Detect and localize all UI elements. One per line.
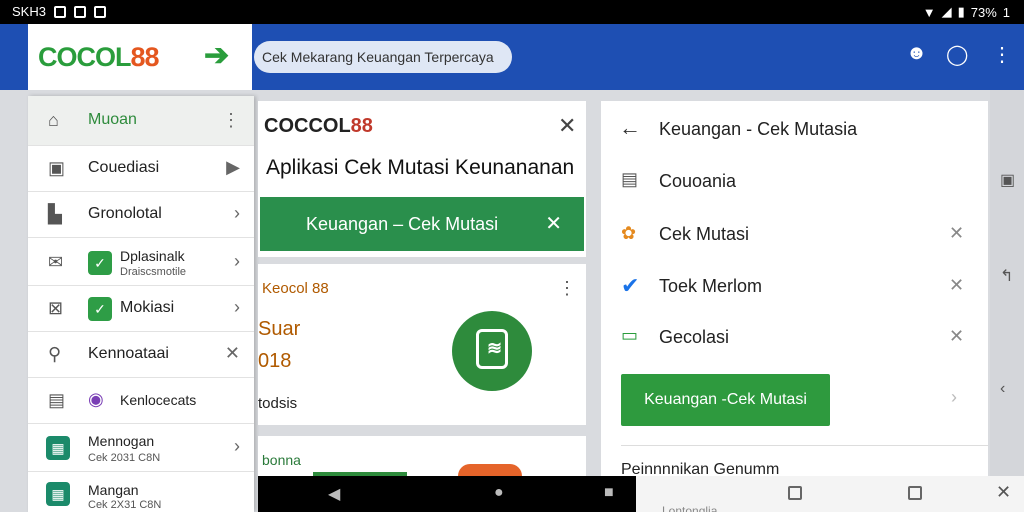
system-nav-bar: ◀ ● ■ [258, 476, 636, 512]
drawer-item[interactable]: ▙ Gronolotal › [28, 192, 254, 238]
chevron-right-icon: › [234, 297, 240, 317]
close-icon[interactable]: ✕ [949, 223, 964, 244]
drawer-item[interactable]: ⚲ Kennoataai ✕ [28, 332, 254, 378]
navigation-drawer: ⌂ Muoan ⋮ ▣ Couediasi ▶ ▙ Gronolotal › ✉… [28, 96, 254, 512]
user-group-icon[interactable]: ☻ [906, 42, 927, 65]
check-circle-icon: ✔ [621, 273, 640, 298]
home-circle-icon[interactable]: ● [494, 484, 504, 502]
drawer-item[interactable]: ▣ Couediasi ▶ [28, 146, 254, 192]
wifi-icon: ▼ [922, 4, 936, 20]
more-vert-icon[interactable]: ⋮ [222, 110, 240, 131]
cek-mutasi-button[interactable]: Keuangan -Cek Mutasi [621, 374, 830, 426]
square-icon[interactable] [788, 486, 802, 500]
close-icon[interactable]: ✕ [949, 275, 964, 296]
panel-item[interactable]: ✔ Toek Merlom ✕ [601, 271, 988, 315]
card-icon: ▭ [621, 325, 639, 345]
recents-icon[interactable]: ■ [604, 484, 614, 502]
drawer-item[interactable]: ▦ Mennogan Cek 2031 C8N › [28, 424, 254, 472]
drawer-item[interactable]: ▤ ◉ Kenlocecats [28, 378, 254, 424]
drawer-item-home[interactable]: ⌂ Muoan ⋮ [28, 96, 254, 146]
chevron-right-icon: › [234, 436, 240, 456]
battery-text: 73% [970, 4, 997, 20]
check-mail-icon: ✓ [88, 251, 112, 275]
chevron-right-icon: ▶ [226, 157, 240, 177]
secondary-nav-bar: ✕ Lontonglia [636, 476, 1024, 512]
check-mail-icon: ✓ [88, 297, 112, 321]
chat-icon[interactable]: ◯ [946, 42, 968, 67]
document-icon: ▤ [48, 390, 66, 410]
panel-item[interactable]: ✿ Cek Mutasi ✕ [601, 219, 988, 263]
card-title: Keocol 88 [262, 280, 329, 297]
cek-mutasi-banner[interactable]: Keuangan – Cek Mutasi ✕ [260, 197, 584, 251]
chevron-right-icon: › [951, 387, 957, 407]
calendar-icon: ▦ [46, 482, 70, 506]
product-card[interactable]: bonna [258, 436, 586, 476]
drawer-item[interactable]: ▦ Mangan Cek 2X31 C8N [28, 472, 254, 512]
back-arrow-icon[interactable]: ← [619, 115, 641, 141]
card-text: Suar [258, 318, 301, 340]
notification-icon [53, 5, 66, 18]
mail-icon: ⊠ [48, 298, 64, 318]
upload-icon: ▙ [48, 204, 62, 224]
brand-logo: COCCOL88 [264, 115, 373, 137]
card-title: bonna [262, 452, 301, 468]
arrow-right-icon[interactable]: ➔ [204, 38, 229, 73]
home-icon: ⌂ [48, 110, 59, 130]
panel-title: Keuangan - Cek Mutasia [659, 119, 858, 139]
right-edge-bar: ▣ ↰ ‹ [990, 90, 1024, 476]
more-vert-icon[interactable]: ⋮ [558, 278, 576, 299]
chevron-left-icon[interactable]: ‹ [1000, 380, 1005, 398]
close-icon[interactable]: ✕ [558, 113, 576, 139]
card-title: Aplikasi Cek Mutasi Keunananan [266, 156, 575, 179]
status-left-text: SKH3 [12, 4, 46, 19]
panel-item[interactable]: ▤ Couoania [601, 167, 988, 211]
close-icon[interactable]: ✕ [545, 197, 562, 251]
product-card[interactable]: Keocol 88 ⋮ Suar 018 todsis ≋ [258, 264, 586, 425]
square-icon[interactable] [908, 486, 922, 500]
ghost-text: Lontonglia [662, 504, 718, 512]
close-icon[interactable]: ✕ [949, 326, 964, 347]
card-text: todsis [258, 395, 298, 412]
battery-icon: ▮ [957, 4, 965, 19]
more-vert-icon[interactable]: ⋮ [992, 42, 1012, 67]
signal-icon: ◢ [941, 4, 952, 19]
chevron-right-icon: › [234, 203, 240, 223]
notification-icon [73, 5, 86, 18]
status-bar: SKH3 ▼ ◢ ▮ 73% 1 [0, 0, 1024, 24]
status-right-text: 1 [1002, 4, 1010, 20]
brand-logo-card[interactable]: COCOL88 ➔ [28, 24, 252, 90]
app-intro-card: COCCOL88 ✕ Aplikasi Cek Mutasi Keunanana… [258, 101, 586, 257]
receipt-icon: ▤ [621, 169, 639, 189]
people-icon: ✿ [621, 223, 637, 243]
app-bar: COCOL88 ➔ Cek Mekarang Keuangan Terperca… [0, 24, 1024, 90]
panel-footer-text: Peinnnnikan Genumm [621, 461, 780, 478]
panel-item[interactable]: ▭ Gecolasi ✕ [601, 323, 988, 367]
drawer-item[interactable]: ⊠ ✓ Mokiasi › [28, 286, 254, 332]
back-icon[interactable]: ◀ [328, 484, 340, 504]
close-icon[interactable]: ✕ [996, 482, 1011, 503]
shopping-bag-icon: ≋ [452, 311, 532, 391]
chevron-right-icon: › [234, 251, 240, 271]
close-icon[interactable]: ✕ [225, 343, 240, 364]
return-icon[interactable]: ↰ [1000, 266, 1013, 286]
chrome-icon: ◉ [88, 389, 104, 409]
search-icon: ⚲ [48, 344, 62, 364]
divider [621, 445, 988, 446]
store-icon: ▣ [48, 158, 66, 178]
orange-badge [458, 464, 522, 476]
notification-icon [93, 5, 106, 18]
search-input[interactable]: Cek Mekarang Keuangan Terpercaya [254, 41, 512, 73]
calendar-icon: ▦ [46, 436, 70, 460]
mail-icon: ✉ [48, 252, 64, 272]
cek-mutasi-panel: ← Keuangan - Cek Mutasia ▤ Couoania ✿ Ce… [601, 101, 988, 478]
drawer-item[interactable]: ✉ ✓ Dplasinalk Draiscsmotile › [28, 238, 254, 286]
square-icon[interactable]: ▣ [1000, 170, 1015, 190]
brand-logo: COCOL88 [38, 42, 160, 72]
card-text: 018 [258, 350, 292, 372]
